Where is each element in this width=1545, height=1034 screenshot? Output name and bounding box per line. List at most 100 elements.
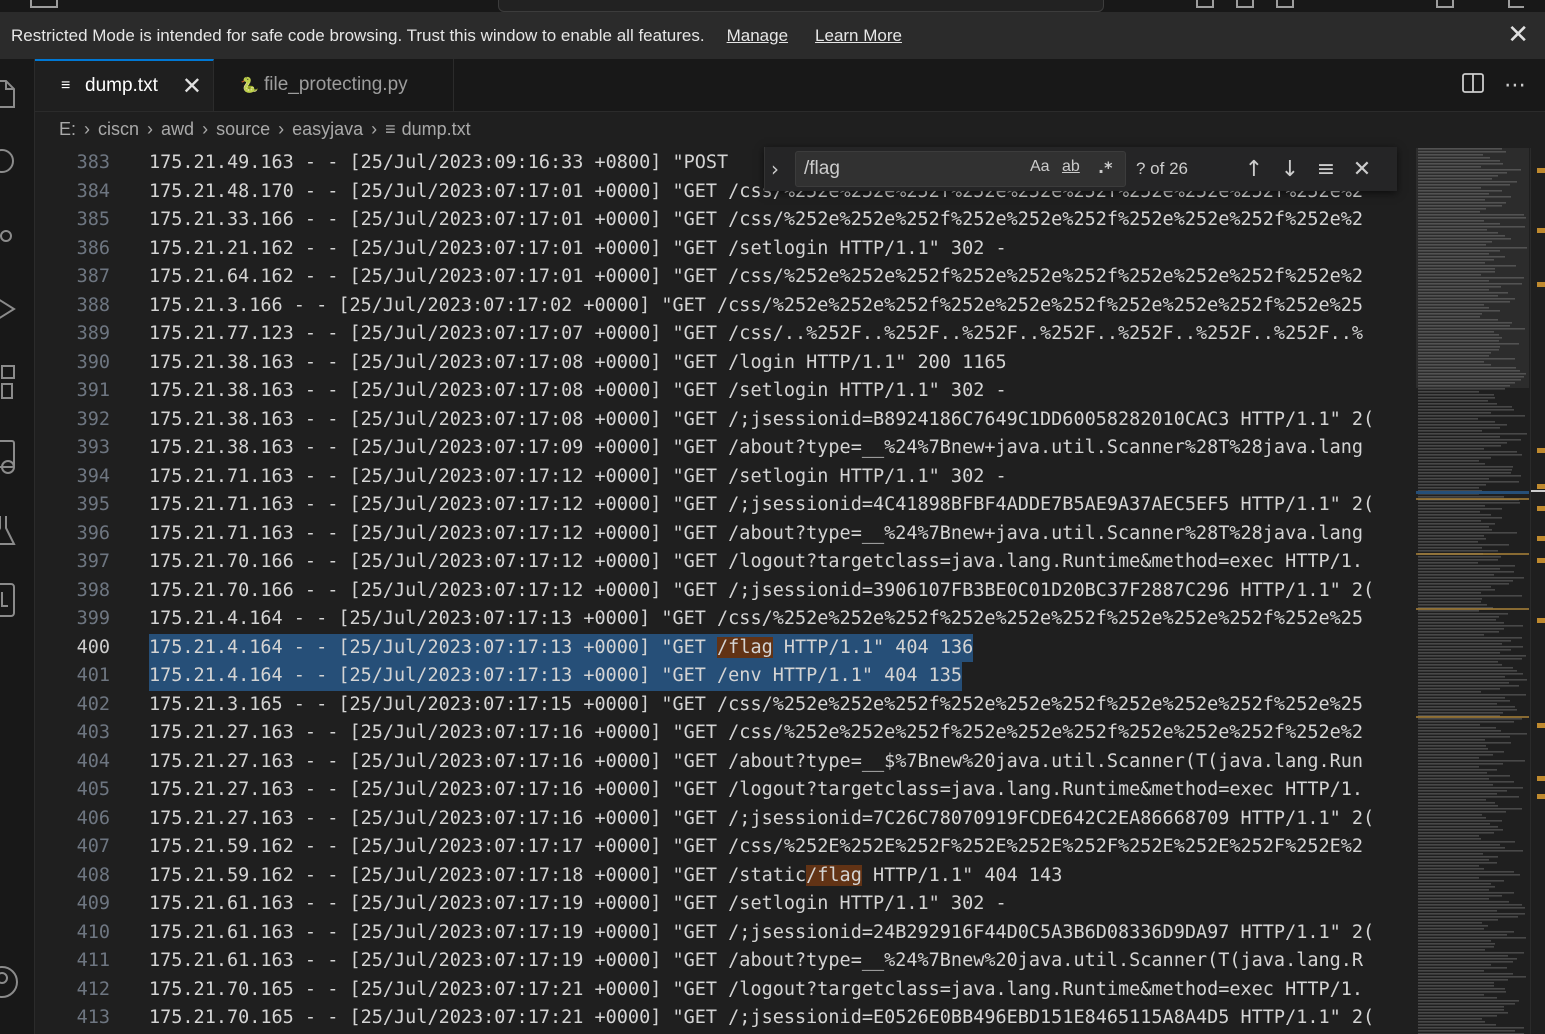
editor-text-area[interactable]: 383 175.21.49.163 - - [25/Jul/2023:09:16:… [35, 148, 1416, 1034]
learn-more-link[interactable]: Learn More [815, 26, 902, 46]
tab-label: dump.txt [85, 75, 158, 96]
line-text: 175.21.71.163 - - [25/Jul/2023:07:17:12 … [149, 494, 1375, 515]
python-file-icon: 🐍 [240, 77, 259, 94]
code-line[interactable]: 413 175.21.70.165 - - [25/Jul/2023:07:17:… [35, 1004, 1416, 1033]
layout-panel-icon[interactable] [1236, 0, 1254, 8]
code-line[interactable]: 405 175.21.27.163 - - [25/Jul/2023:07:17:… [35, 776, 1416, 805]
tab-label: file_protecting.py [264, 74, 408, 95]
code-line[interactable]: 407 175.21.59.162 - - [25/Jul/2023:07:17:… [35, 833, 1416, 862]
next-match-icon[interactable]: ↓ [1272, 157, 1308, 182]
find-input-value: /flag [804, 158, 840, 179]
line-number: 392 [76, 408, 110, 430]
code-line[interactable]: 410 175.21.61.163 - - [25/Jul/2023:07:17:… [35, 919, 1416, 948]
code-line[interactable]: 411 175.21.61.163 - - [25/Jul/2023:07:17:… [35, 947, 1416, 976]
maximize-icon[interactable] [1436, 0, 1454, 8]
code-line[interactable]: 387 175.21.64.162 - - [25/Jul/2023:07:17:… [35, 263, 1416, 292]
line-number: 413 [76, 1007, 110, 1028]
menu-icon[interactable] [30, 0, 58, 8]
tab-close-icon[interactable]: ✕ [182, 72, 202, 101]
code-line[interactable]: 390 175.21.38.163 - - [25/Jul/2023:07:17:… [35, 349, 1416, 378]
use-regex-icon[interactable]: .* [1098, 158, 1112, 177]
line-number: 401 [76, 665, 110, 686]
manage-link[interactable]: Manage [727, 26, 788, 46]
breadcrumb-source[interactable]: source [216, 119, 270, 140]
find-widget: › /flag Aa ab .* ? of 26 ↑ ↓ ≡ ✕ [764, 147, 1397, 191]
code-line[interactable]: 389 175.21.77.123 - - [25/Jul/2023:07:17:… [35, 320, 1416, 349]
code-line[interactable]: 399 175.21.4.164 - - [25/Jul/2023:07:17:1… [35, 605, 1416, 634]
line-text: 175.21.71.163 - - [25/Jul/2023:07:17:12 … [149, 465, 1007, 487]
tab-dump-txt[interactable]: ≡ dump.txt ✕ [35, 59, 214, 111]
find-input[interactable]: /flag Aa ab .* [795, 151, 1126, 187]
line-number: 409 [76, 893, 110, 914]
breadcrumb-drive[interactable]: E: [59, 119, 76, 140]
breadcrumb-easyjava[interactable]: easyjava [292, 119, 363, 140]
code-line[interactable]: 392 175.21.38.163 - - [25/Jul/2023:07:17:… [35, 406, 1416, 435]
line-text-before-match: 175.21.4.164 - - [25/Jul/2023:07:17:13 +… [149, 636, 718, 658]
line-text-after-match: HTTP/1.1" 404 136 [772, 636, 974, 658]
code-line[interactable]: 394 175.21.71.163 - - [25/Jul/2023:07:17:… [35, 463, 1416, 492]
line-text: 175.21.61.163 - - [25/Jul/2023:07:17:19 … [149, 950, 1364, 971]
layout-secondary-icon[interactable] [1276, 0, 1294, 8]
line-number: 403 [76, 722, 110, 743]
code-line[interactable]: 404 175.21.27.163 - - [25/Jul/2023:07:17:… [35, 748, 1416, 777]
run-debug-icon[interactable] [0, 296, 16, 322]
code-line[interactable]: 403 175.21.27.163 - - [25/Jul/2023:07:17:… [35, 719, 1416, 748]
line-text: 175.21.70.166 - - [25/Jul/2023:07:17:12 … [149, 579, 1375, 601]
breadcrumb-awd[interactable]: awd [161, 119, 194, 140]
line-number: 397 [76, 551, 110, 572]
previous-match-icon[interactable]: ↑ [1236, 157, 1272, 182]
layout-sidebar-icon[interactable] [1196, 0, 1214, 8]
find-match-highlight: /flag [806, 864, 862, 886]
line-number: 398 [76, 579, 110, 601]
code-line[interactable]: 401 175.21.4.164 - - [25/Jul/2023:07:17:1… [35, 662, 1416, 691]
line-number: 383 [76, 152, 110, 173]
toggle-replace-icon[interactable]: › [771, 157, 791, 181]
code-line[interactable]: 393 175.21.38.163 - - [25/Jul/2023:07:17:… [35, 434, 1416, 463]
line-number: 400 [76, 636, 110, 658]
tab-file-protecting-py[interactable]: 🐍 file_protecting.py [214, 59, 454, 111]
code-line[interactable]: 397 175.21.70.166 - - [25/Jul/2023:07:17:… [35, 548, 1416, 577]
breadcrumb-separator-icon: › [202, 118, 209, 139]
code-line[interactable]: 391 175.21.38.163 - - [25/Jul/2023:07:17:… [35, 377, 1416, 406]
code-line[interactable]: 385 175.21.33.166 - - [25/Jul/2023:07:17:… [35, 206, 1416, 235]
code-line[interactable]: 408 175.21.59.162 - - [25/Jul/2023:07:17:… [35, 862, 1416, 891]
remote-explorer-icon[interactable] [0, 439, 16, 474]
close-window-icon[interactable] [1508, 0, 1524, 8]
line-number: 412 [76, 978, 110, 1000]
testing-icon[interactable] [0, 514, 16, 545]
line-text: 175.21.38.163 - - [25/Jul/2023:07:17:08 … [149, 380, 1007, 401]
code-line[interactable]: 388 175.21.3.166 - - [25/Jul/2023:07:17:0… [35, 292, 1416, 321]
extensions-icon[interactable] [0, 364, 16, 399]
code-line[interactable]: 398 175.21.70.166 - - [25/Jul/2023:07:17:… [35, 577, 1416, 606]
line-number: 388 [76, 294, 110, 316]
code-line[interactable]: 409 175.21.61.163 - - [25/Jul/2023:07:17:… [35, 890, 1416, 919]
line-text: 175.21.70.166 - - [25/Jul/2023:07:17:12 … [149, 551, 1364, 572]
restricted-mode-banner: Restricted Mode is intended for safe cod… [0, 12, 1545, 59]
split-editor-icon[interactable] [1462, 73, 1484, 98]
code-line[interactable]: 402 175.21.3.165 - - [25/Jul/2023:07:17:1… [35, 691, 1416, 720]
minimap-content [1416, 148, 1529, 1034]
account-icon[interactable] [0, 964, 18, 998]
code-line[interactable]: 395 175.21.71.163 - - [25/Jul/2023:07:17:… [35, 491, 1416, 520]
code-line[interactable]: 386 175.21.21.162 - - [25/Jul/2023:07:17:… [35, 235, 1416, 264]
breadcrumb-dump-txt[interactable]: dump.txt [402, 119, 471, 140]
code-line[interactable]: 400 175.21.4.164 - - [25/Jul/2023:07:17:1… [35, 633, 1416, 662]
command-center[interactable] [498, 0, 1104, 12]
code-line[interactable]: 406 175.21.27.163 - - [25/Jul/2023:07:17:… [35, 805, 1416, 834]
close-find-icon[interactable]: ✕ [1344, 157, 1380, 182]
match-whole-word-icon[interactable]: ab [1062, 158, 1080, 176]
timeline-icon[interactable] [0, 582, 16, 617]
source-control-icon[interactable] [0, 224, 16, 250]
minimap[interactable] [1416, 148, 1545, 1034]
search-icon[interactable] [0, 149, 16, 175]
explorer-icon[interactable] [0, 79, 16, 108]
breadcrumb-ciscn[interactable]: ciscn [98, 119, 139, 140]
code-line[interactable]: 396 175.21.71.163 - - [25/Jul/2023:07:17:… [35, 520, 1416, 549]
line-number: 393 [76, 437, 110, 458]
title-bar [0, 0, 1545, 12]
match-case-icon[interactable]: Aa [1030, 158, 1050, 176]
find-in-selection-icon[interactable]: ≡ [1308, 157, 1344, 182]
more-actions-icon[interactable]: ⋯ [1504, 73, 1527, 98]
code-line[interactable]: 412 175.21.70.165 - - [25/Jul/2023:07:17:… [35, 976, 1416, 1005]
banner-close-icon[interactable]: ✕ [1507, 21, 1529, 47]
